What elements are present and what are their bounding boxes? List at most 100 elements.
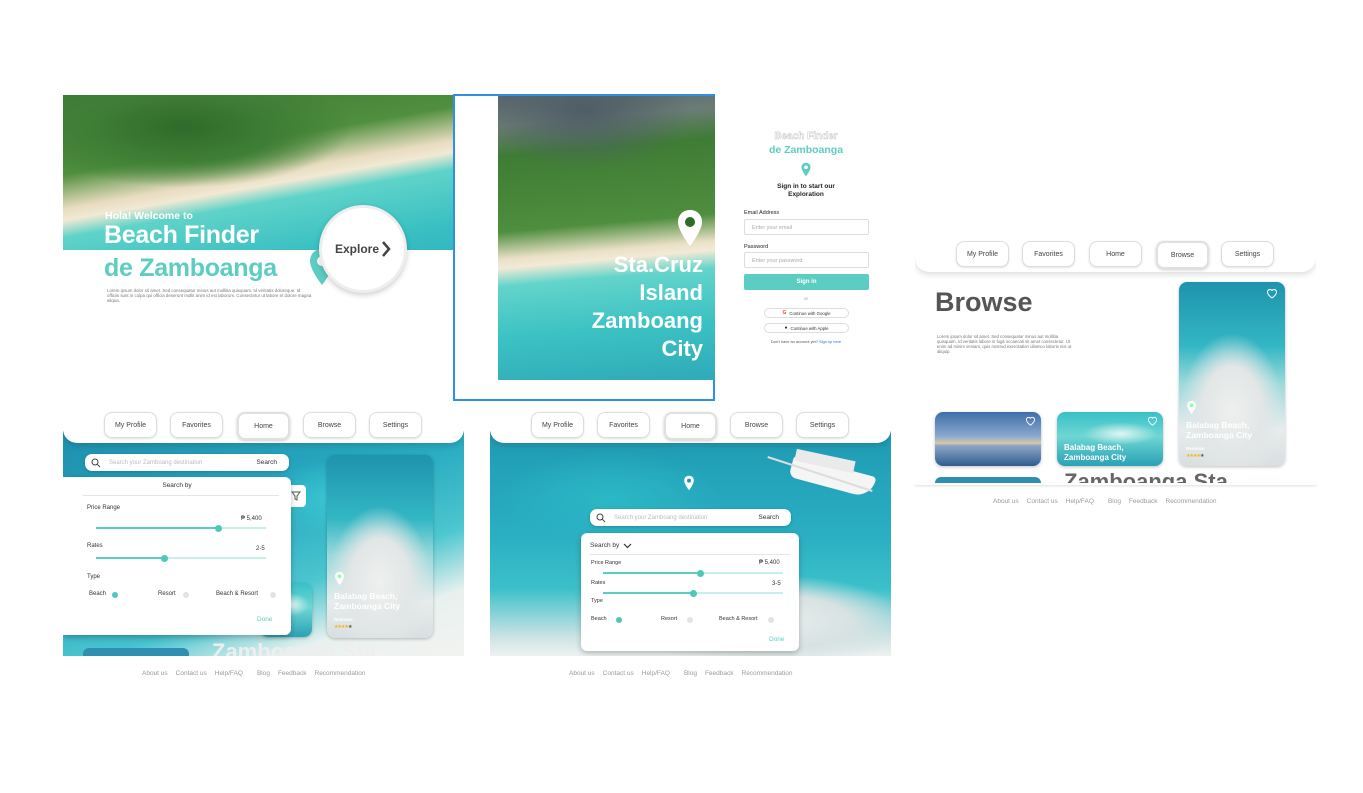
signin-brand-line1: Beach Finder xyxy=(774,131,838,142)
nav-favorites[interactable]: Favorites xyxy=(170,412,223,438)
footer-contact[interactable]: Contact us xyxy=(176,670,207,677)
footer-about[interactable]: About us xyxy=(993,498,1019,505)
footer-about[interactable]: About us xyxy=(569,670,595,677)
nav-settings[interactable]: Settings xyxy=(1221,241,1274,267)
heart-icon[interactable] xyxy=(1147,416,1158,426)
type-resort-radio[interactable] xyxy=(687,617,693,623)
home-card-name: Balabag Beach, Zamboanga City xyxy=(334,591,401,611)
search-button[interactable]: Search xyxy=(256,459,277,466)
footer-recommendation[interactable]: Recommendation xyxy=(742,670,793,677)
signup-link[interactable]: Sign up here xyxy=(819,339,841,344)
done-button[interactable]: Done xyxy=(769,636,785,643)
search-placeholder: Search your Zamboang destination xyxy=(109,459,203,466)
browse-card-pier[interactable] xyxy=(935,412,1041,466)
search-by-dropdown[interactable]: Search by xyxy=(590,542,632,549)
footer-help[interactable]: Help/FAQ xyxy=(642,670,670,677)
nav-home[interactable]: Home xyxy=(664,412,717,440)
browse-frame: My Profile Favorites Home Browse Setting… xyxy=(915,240,1316,485)
browse-description: Lorem ipsum dolor sit amet. Sed consequa… xyxy=(937,334,1072,354)
footer-contact[interactable]: Contact us xyxy=(1027,498,1058,505)
nav-my-profile[interactable]: My Profile xyxy=(956,241,1009,267)
search-button[interactable]: Search xyxy=(758,514,779,521)
rates-label: Rates xyxy=(591,580,606,586)
price-slider-knob[interactable] xyxy=(214,524,222,532)
rates-slider[interactable] xyxy=(603,589,783,597)
footer-blog[interactable]: Blog xyxy=(257,670,270,677)
home-navbar-right: My Profile Favorites Home Browse Setting… xyxy=(490,411,891,443)
star-rating: ★★★★★ xyxy=(1186,453,1205,459)
google-icon: G xyxy=(782,310,787,316)
signin-button[interactable]: Sign in xyxy=(744,274,869,290)
nav-settings[interactable]: Settings xyxy=(369,412,422,438)
welcome-frame: Hola! Welcome to Beach Finder de Zamboan… xyxy=(63,95,464,310)
footer-feedback[interactable]: Feedback xyxy=(278,670,307,677)
footer-about[interactable]: About us xyxy=(142,670,168,677)
nav-my-profile[interactable]: My Profile xyxy=(104,412,157,438)
feature-card[interactable]: Balabag Beach, Zamboanga City Reviews: ★… xyxy=(1179,282,1285,466)
search-by-label: Search by xyxy=(162,482,192,489)
footer-blog[interactable]: Blog xyxy=(684,670,697,677)
search-bar[interactable]: Search your Zamboang destination Search xyxy=(85,454,289,471)
nav-favorites[interactable]: Favorites xyxy=(1022,241,1075,267)
password-field[interactable]: Enter your password xyxy=(744,252,869,268)
rates-slider-fill xyxy=(603,592,693,594)
email-field[interactable]: Enter your email xyxy=(744,219,869,235)
google-button[interactable]: G Continue with Google xyxy=(764,308,849,318)
nav-favorites[interactable]: Favorites xyxy=(597,412,650,438)
footer-help[interactable]: Help/FAQ xyxy=(215,670,243,677)
price-range-value: ₱ 5,400 xyxy=(241,516,262,522)
rates-value: 3-5 xyxy=(772,581,781,587)
filter-divider xyxy=(83,495,279,496)
footer-feedback[interactable]: Feedback xyxy=(1129,498,1158,505)
type-beach-resort-radio[interactable] xyxy=(270,592,276,598)
browse-card-balabag[interactable]: Balabag Beach, Zamboanga City xyxy=(1057,412,1163,466)
type-beach-radio[interactable] xyxy=(112,592,118,598)
nav-settings[interactable]: Settings xyxy=(796,412,849,438)
home-navbar-left: My Profile Favorites Home Browse Setting… xyxy=(63,411,464,443)
nav-browse[interactable]: Browse xyxy=(303,412,356,438)
nav-my-profile[interactable]: My Profile xyxy=(531,412,584,438)
search-bar[interactable]: Search your Zamboang destination Search xyxy=(590,509,791,526)
footer-help[interactable]: Help/FAQ xyxy=(1066,498,1094,505)
nav-home[interactable]: Home xyxy=(1089,241,1142,267)
type-beach-label: Beach xyxy=(591,616,607,622)
location-pin-icon xyxy=(335,571,344,586)
footer-feedback[interactable]: Feedback xyxy=(705,670,734,677)
done-button[interactable]: Done xyxy=(257,616,273,623)
nav-browse[interactable]: Browse xyxy=(730,412,783,438)
type-resort-radio[interactable] xyxy=(183,592,189,598)
browse-title: Browse xyxy=(935,287,1033,317)
location-pin-icon xyxy=(801,162,811,177)
rates-slider[interactable] xyxy=(96,554,266,562)
footer-contact[interactable]: Contact us xyxy=(603,670,634,677)
rates-slider-knob[interactable] xyxy=(689,589,697,597)
price-slider[interactable] xyxy=(603,569,783,577)
search-icon xyxy=(596,513,606,522)
explore-button[interactable]: Explore xyxy=(319,205,407,293)
chevron-right-icon xyxy=(382,241,391,257)
rates-slider-knob[interactable] xyxy=(160,554,168,562)
footer-recommendation[interactable]: Recommendation xyxy=(1166,498,1217,505)
home-card-reviews: Reviews: xyxy=(334,617,354,622)
search-placeholder: Search your Zamboang destination xyxy=(614,514,708,521)
home-card-partial xyxy=(83,648,189,656)
footer-blog[interactable]: Blog xyxy=(1108,498,1121,505)
nav-browse[interactable]: Browse xyxy=(1156,241,1209,269)
price-slider[interactable] xyxy=(96,524,266,532)
home-bottom-title: Zamboanga Sta xyxy=(212,639,376,656)
password-placeholder: Enter your password xyxy=(752,258,803,264)
price-slider-knob[interactable] xyxy=(697,569,705,577)
type-beach-resort-radio[interactable] xyxy=(768,617,774,623)
footer-recommendation[interactable]: Recommendation xyxy=(315,670,366,677)
filter-panel: Search by Price Range ₱ 5,400 Rates 2-5 … xyxy=(63,477,291,635)
apple-icon: ● xyxy=(784,325,788,331)
home-feature-card[interactable]: Balabag Beach, Zamboanga City Reviews: ★… xyxy=(327,455,433,638)
nav-home[interactable]: Home xyxy=(237,412,290,440)
apple-button[interactable]: ● Continue with Apple xyxy=(764,323,849,333)
star-rating: ★★★★★ xyxy=(334,624,353,630)
welcome-title-line2: de Zamboanga xyxy=(104,254,277,282)
type-beach-radio[interactable] xyxy=(616,617,622,623)
heart-icon[interactable] xyxy=(1025,416,1036,426)
heart-icon[interactable] xyxy=(1266,288,1278,299)
price-range-label: Price Range xyxy=(87,505,121,511)
